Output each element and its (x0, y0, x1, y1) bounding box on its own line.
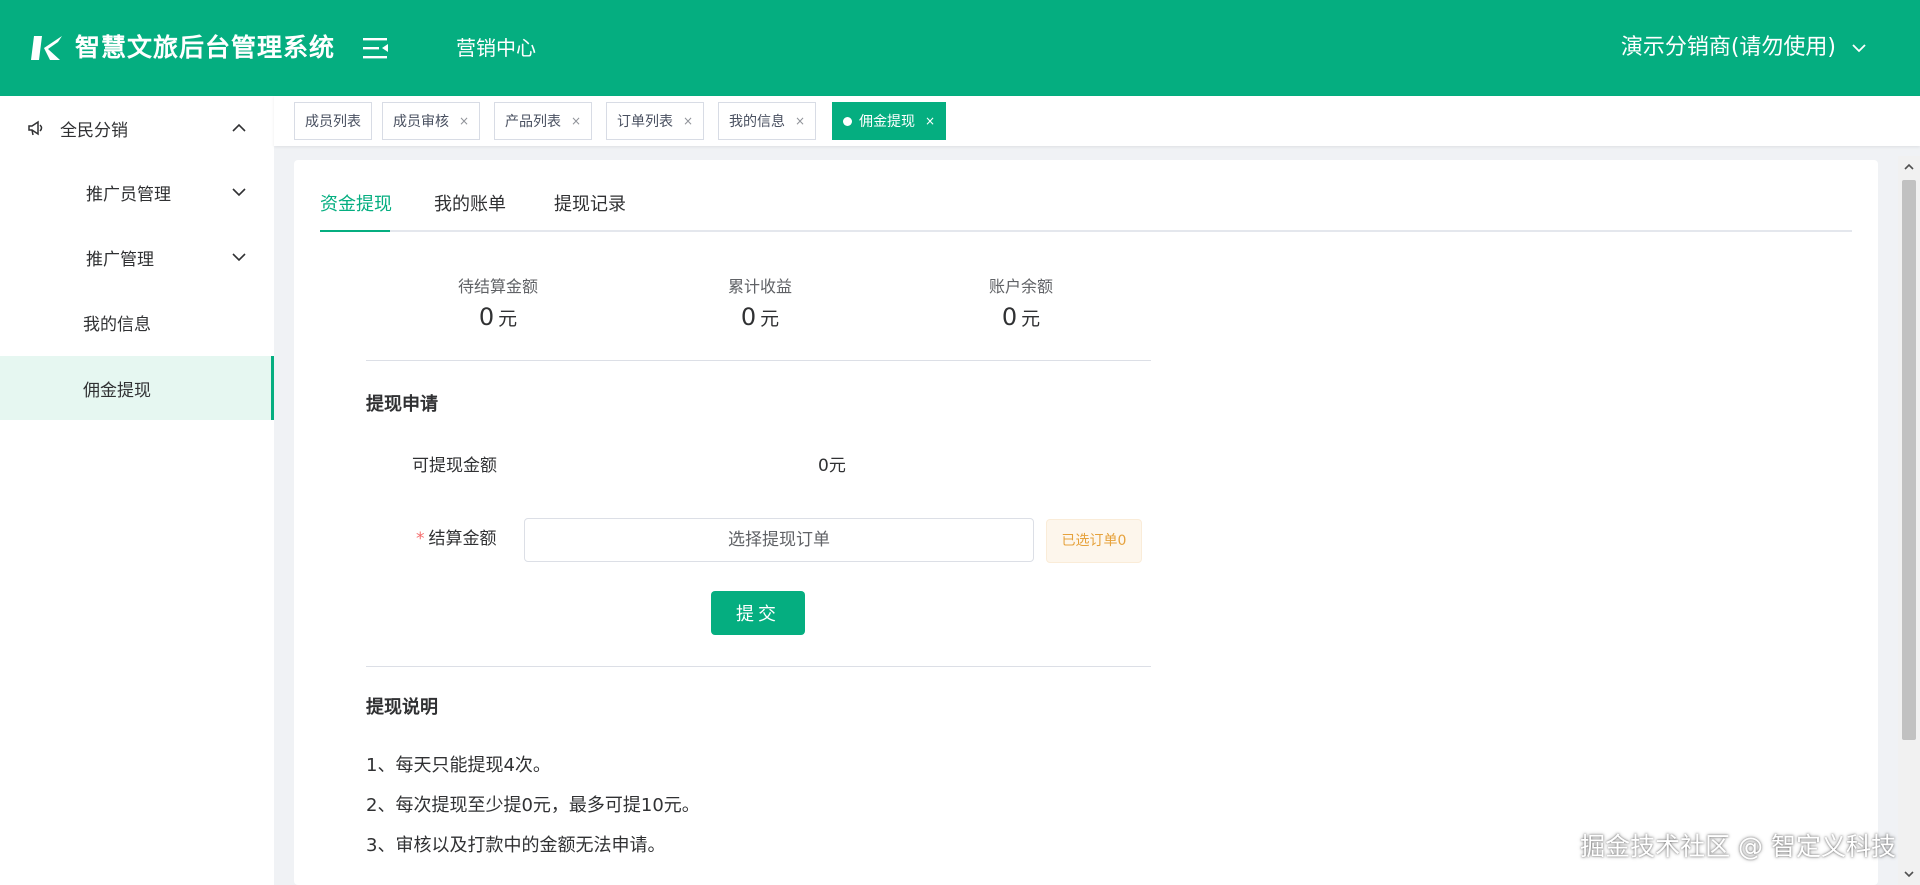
divider (366, 360, 1151, 361)
selected-orders-badge: 已选订单0 (1046, 519, 1142, 563)
apply-section-title: 提现申请 (366, 394, 438, 415)
stat-total-earnings: 累计收益 0元 (660, 276, 860, 336)
stat-value: 0元 (921, 300, 1121, 336)
available-amount-label: 可提现金额 (412, 456, 497, 476)
tag-my-info[interactable]: 我的信息 × (718, 102, 817, 140)
tag-label: 订单列表 (617, 114, 673, 130)
tab-label: 我的账单 (434, 194, 506, 215)
stat-value: 0元 (398, 300, 598, 336)
sidebar-item-label: 我的信息 (83, 314, 151, 335)
note-line: 1、每天只能提现4次。 (366, 755, 551, 776)
tag-order-list[interactable]: 订单列表 × (606, 102, 705, 140)
tag-label: 佣金提现 (859, 114, 915, 130)
sidebar-item-label: 推广管理 (86, 249, 154, 270)
tab-label: 提现记录 (554, 194, 626, 215)
nav-marketing-center[interactable]: 营销中心 (456, 34, 536, 62)
settle-amount-label: * 结算金额 (416, 527, 497, 551)
close-icon[interactable]: × (571, 114, 581, 128)
sidebar-item-label: 佣金提现 (83, 380, 151, 401)
chevron-down-icon (232, 188, 246, 197)
sidebar-item-commission-withdrawal[interactable]: 佣金提现 (0, 356, 274, 420)
tag-commission-withdrawal[interactable]: 佣金提现 × (832, 102, 947, 140)
sidebar: 全民分销 推广员管理 推广管理 我的信息 佣金提现 (0, 96, 274, 885)
stat-label: 累计收益 (727, 277, 792, 296)
close-icon[interactable]: × (925, 114, 935, 128)
required-mark: * (416, 529, 425, 549)
close-icon[interactable]: × (795, 114, 805, 128)
select-withdrawal-order-input[interactable]: 选择提现订单 (524, 518, 1034, 562)
submit-button[interactable]: 提交 (711, 591, 805, 635)
stat-number: 0 (740, 303, 757, 331)
stat-value: 0元 (660, 300, 860, 336)
stat-label: 账户余额 (988, 277, 1053, 296)
user-menu[interactable]: 演示分销商(请勿使用) (1621, 32, 1868, 64)
chevron-up-icon (232, 123, 246, 132)
scroll-thumb[interactable] (1902, 180, 1916, 740)
tags-view-bar: 成员列表 成员审核 × 产品列表 × 订单列表 × 我的信息 × 佣金提现 × (274, 96, 1920, 146)
scroll-down-icon[interactable] (1898, 863, 1920, 885)
tab-active-underline (320, 230, 390, 232)
user-name: 演示分销商(请勿使用) (1620, 35, 1836, 60)
tag-member-list[interactable]: 成员列表 (294, 102, 372, 140)
close-icon[interactable]: × (683, 114, 693, 128)
scroll-up-icon[interactable] (1898, 156, 1920, 178)
note-line: 3、审核以及打款中的金额无法申请。 (366, 835, 666, 856)
tag-label: 成员列表 (305, 114, 361, 130)
stat-unit: 元 (1021, 308, 1041, 330)
settle-label-text: 结算金额 (428, 529, 497, 549)
sidebar-item-label: 推广员管理 (86, 184, 171, 205)
tab-withdrawal-records[interactable]: 提现记录 (554, 192, 626, 218)
tag-label: 成员审核 (393, 114, 449, 130)
divider (366, 666, 1151, 667)
sidebar-item-my-info[interactable]: 我的信息 (0, 290, 274, 354)
sidebar-item-promoter-management[interactable]: 推广员管理 (0, 160, 274, 224)
active-dot-icon (843, 116, 852, 126)
stat-number: 0 (478, 303, 495, 331)
stat-account-balance: 账户余额 0元 (921, 276, 1121, 336)
available-amount-value: 0元 (818, 456, 846, 476)
vertical-scrollbar[interactable] (1898, 156, 1920, 885)
tag-label: 产品列表 (505, 114, 561, 130)
stat-pending-settlement: 待结算金额 0元 (398, 276, 598, 336)
watermark: 掘金技术社区 @ 智定义科技 (1580, 832, 1896, 861)
note-line: 2、每次提现至少提0元，最多可提10元。 (366, 795, 700, 816)
sidebar-group-label: 全民分销 (60, 120, 128, 141)
sidebar-group-distribution[interactable]: 全民分销 (0, 96, 274, 160)
stat-label: 待结算金额 (457, 277, 538, 296)
menu-fold-icon[interactable] (362, 36, 390, 60)
notes-section-title: 提现说明 (366, 697, 438, 718)
tag-member-review[interactable]: 成员审核 × (382, 102, 481, 140)
chevron-down-icon (232, 253, 246, 262)
tab-fund-withdrawal[interactable]: 资金提现 (320, 192, 392, 218)
main-card: 资金提现 我的账单 提现记录 待结算金额 0元 累计收益 0元 账户余额 0元 … (294, 160, 1878, 885)
tag-label: 我的信息 (729, 114, 785, 130)
sidebar-item-promotion-management[interactable]: 推广管理 (0, 225, 274, 289)
tag-product-list[interactable]: 产品列表 × (494, 102, 593, 140)
chevron-down-icon (1852, 44, 1866, 53)
tab-my-bill[interactable]: 我的账单 (434, 192, 506, 218)
logo-icon (31, 36, 62, 60)
megaphone-icon (28, 120, 43, 136)
tab-label: 资金提现 (320, 194, 392, 215)
stat-unit: 元 (498, 308, 518, 330)
stat-unit: 元 (760, 308, 780, 330)
top-header: 智慧文旅后台管理系统 营销中心 演示分销商(请勿使用) (0, 0, 1920, 96)
tabs: 资金提现 我的账单 提现记录 (320, 180, 1852, 232)
close-icon[interactable]: × (459, 114, 469, 128)
stat-number: 0 (1001, 303, 1018, 331)
app-title: 智慧文旅后台管理系统 (75, 33, 336, 62)
